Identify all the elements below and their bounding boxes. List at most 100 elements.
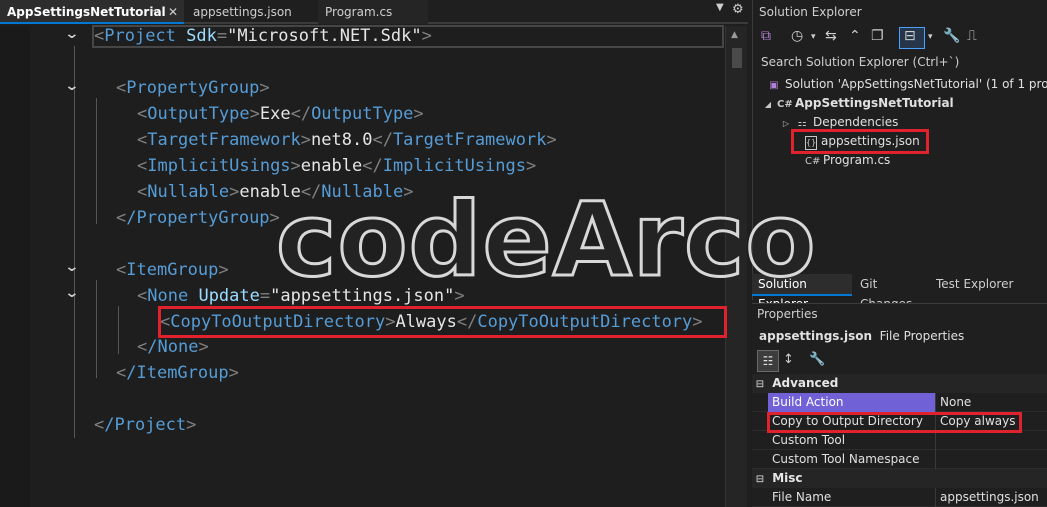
xml-tag: Project (104, 26, 176, 46)
code-line[interactable]: <ImplicitUsings>enable</ImplicitUsings> (137, 154, 536, 178)
category-advanced[interactable]: ⊟ Advanced (752, 374, 1047, 393)
xml-tag: PropertyGroup (126, 78, 260, 98)
pin-icon[interactable]: ⊸ (150, 0, 158, 24)
code-line[interactable]: <OutputType>Exe</OutputType> (137, 102, 424, 126)
code-line[interactable]: </None> (137, 335, 209, 359)
xml-text: enable (300, 156, 363, 176)
panel-title: Solution Explorer (759, 5, 862, 19)
fold-chevron-icon[interactable]: ⌄ (64, 78, 79, 94)
property-value[interactable] (937, 450, 1047, 469)
xml-tag: /None (147, 337, 199, 357)
category-label: Advanced (772, 376, 839, 390)
properties-object-selector[interactable]: appsettings.json File Properties (759, 329, 964, 343)
tab-appsettingsnettutorial[interactable]: AppSettingsNetTutorial ⊸ ✕ (0, 0, 184, 24)
code-line[interactable]: <Project Sdk="Microsoft.NET.Sdk"> (94, 24, 432, 48)
tree-item-label: AppSettingsNetTutorial (795, 96, 954, 110)
scroll-up-icon[interactable]: ▲ (731, 30, 738, 40)
xml-tag: /ItemGroup (126, 363, 229, 383)
expanded-icon[interactable]: ◢ (763, 95, 773, 114)
solution-explorer-toolbar: ⧉ ◷ ▾ ⇆ ⌃ ❐ ⊟ ▾ 🔧 ⎍ (753, 26, 1047, 52)
property-name: Custom Tool Namespace (768, 450, 936, 469)
tab-program-cs[interactable]: Program.cs (318, 0, 428, 24)
tab-git-changes[interactable]: Git Changes (854, 274, 930, 311)
tree-item-label: Program.cs (823, 153, 891, 167)
wrench-icon[interactable]: 🔧 (943, 28, 960, 44)
property-value[interactable] (937, 431, 1047, 450)
property-name: Custom Tool (768, 431, 936, 450)
collapse-icon[interactable]: ⊟ (752, 375, 768, 394)
back-icon[interactable]: ⇆ (825, 28, 837, 44)
chevron-down-icon[interactable]: ▾ (811, 32, 816, 42)
gear-icon[interactable]: ⚙ (732, 2, 744, 17)
code-line[interactable]: <TargetFramework>net8.0</TargetFramework… (137, 128, 557, 152)
property-value[interactable]: None (937, 393, 1047, 412)
history-icon[interactable]: ◷ (791, 28, 803, 44)
scrollbar-thumb[interactable] (732, 48, 742, 68)
csharp-file-icon: C# (805, 156, 821, 167)
fold-chevron-icon[interactable]: ⌄ (64, 259, 79, 275)
close-icon[interactable]: ✕ (168, 0, 178, 24)
property-row-file-name[interactable]: File Name appsettings.json (752, 488, 1047, 507)
categorized-icon[interactable]: ☷ (757, 350, 779, 372)
xml-tag: ImplicitUsings (147, 156, 291, 176)
highlight-box-copy-to-output-directory (767, 412, 1022, 433)
tab-label: appsettings.json (193, 5, 292, 19)
code-line[interactable]: <ItemGroup> (116, 258, 229, 282)
tab-test-explorer[interactable]: Test Explorer (930, 274, 1040, 296)
collapse-icon[interactable]: ⊟ (752, 470, 768, 489)
sync-icon[interactable]: ⊟ (904, 28, 916, 44)
xml-attr: Update (198, 286, 260, 306)
editor-tab-bar: AppSettingsNetTutorial ⊸ ✕ appsettings.j… (0, 0, 748, 24)
property-name: File Name (768, 488, 936, 507)
watermark-logo: codeArco (275, 181, 818, 300)
switch-views-icon[interactable]: ⧉ (761, 28, 771, 44)
chevron-down-icon[interactable]: ▾ (928, 32, 933, 42)
tree-item-label: Solution 'AppSettingsNetTutorial' (1 of … (785, 77, 1047, 91)
tab-label: Program.cs (325, 5, 393, 19)
xml-tag: None (147, 286, 189, 306)
property-row-build-action[interactable]: Build Action None (752, 393, 1047, 412)
fold-chevron-icon[interactable]: ⌄ (64, 285, 79, 301)
tree-item-label: Dependencies (813, 115, 899, 129)
collapsed-icon[interactable]: ▷ (781, 114, 791, 133)
csharp-project-icon: C# (777, 99, 793, 110)
xml-tag: /PropertyGroup (126, 208, 270, 228)
xml-tag: OutputType (147, 104, 250, 124)
xml-tag: Nullable (147, 182, 230, 202)
xml-attr: Sdk (186, 26, 217, 46)
code-line[interactable]: </PropertyGroup> (116, 206, 280, 230)
highlight-box-appsettings (791, 129, 929, 154)
copy-icon[interactable]: ❐ (871, 28, 884, 44)
panel-title: Properties (757, 307, 818, 321)
xml-string: "Microsoft.NET.Sdk" (227, 26, 422, 46)
xml-tag: TargetFramework (147, 130, 301, 150)
xml-tag: /Project (104, 415, 187, 435)
tab-label: AppSettingsNetTutorial (7, 5, 166, 19)
fold-guide (118, 306, 119, 354)
code-line[interactable]: <PropertyGroup> (116, 76, 270, 100)
search-solution-explorer-input[interactable]: Search Solution Explorer (Ctrl+`) (757, 52, 1047, 72)
collapse-all-icon[interactable]: ⌃ (849, 28, 861, 44)
property-value[interactable]: appsettings.json (937, 488, 1047, 507)
xml-text: net8.0 (311, 130, 373, 150)
property-pages-icon[interactable]: 🔧 (809, 352, 825, 367)
highlight-box-copy-to-output (158, 306, 727, 338)
chevron-down-icon[interactable]: ▼ (716, 2, 724, 13)
code-line[interactable]: </Project> (94, 413, 196, 437)
tab-appsettings-json[interactable]: appsettings.json (186, 0, 314, 24)
xml-text: Exe (259, 104, 291, 124)
tree-item-solution[interactable]: ▣ Solution 'AppSettingsNetTutorial' (1 of… (767, 75, 1047, 94)
alphabetical-icon[interactable]: ↕ (783, 352, 794, 367)
fold-chevron-icon[interactable]: ⌄ (64, 26, 79, 42)
xml-tag: TargetFramework (392, 130, 547, 150)
property-row-custom-tool-namespace[interactable]: Custom Tool Namespace (752, 450, 1047, 469)
preview-icon[interactable]: ⎍ (967, 28, 977, 44)
solution-icon: ▣ (769, 80, 779, 91)
tree-item-project[interactable]: ◢ C# AppSettingsNetTutorial (763, 94, 954, 113)
property-name: Build Action (768, 393, 936, 412)
category-misc[interactable]: ⊟ Misc (752, 469, 1047, 488)
property-row-custom-tool[interactable]: Custom Tool (752, 431, 1047, 450)
object-name: appsettings.json (759, 329, 873, 343)
fold-guide (96, 280, 97, 378)
code-line[interactable]: </ItemGroup> (116, 361, 239, 385)
